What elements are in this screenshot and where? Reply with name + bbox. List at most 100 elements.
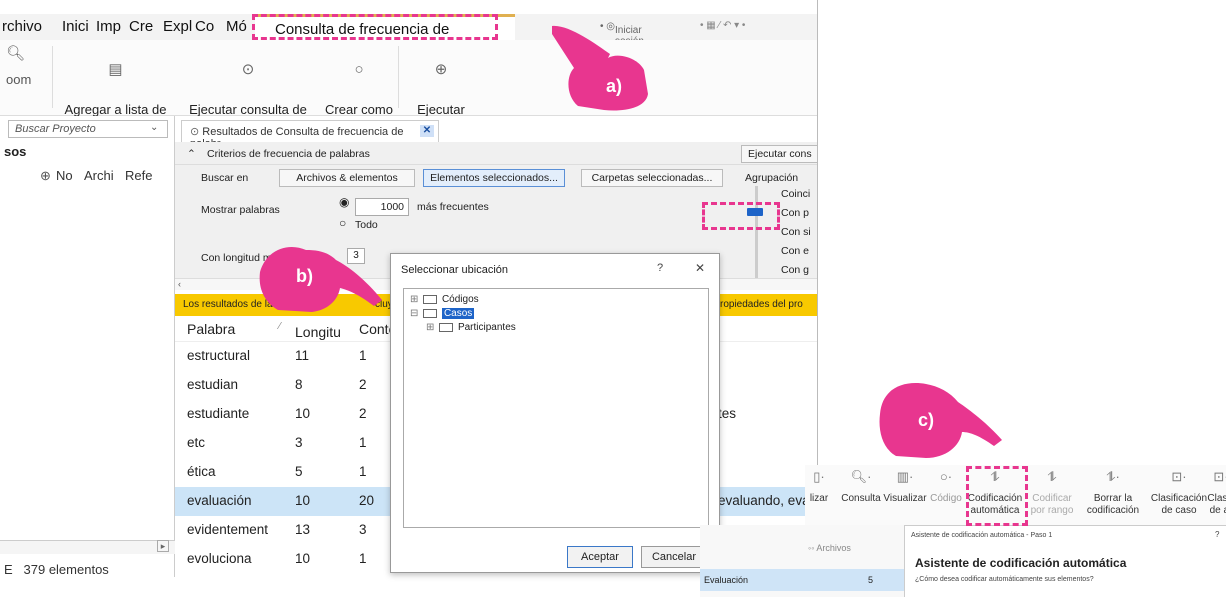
menu-inicio[interactable]: Inici [62,18,89,35]
highlight-box-grouping [702,202,780,230]
tree-item-codigos[interactable]: ⊞ Códigos [410,294,479,305]
ribbon-item-analyze[interactable]: ▯· lizar [805,470,833,505]
radio-selected[interactable]: ◉ [339,195,349,209]
location-tree: ⊞ Códigos ⊟ Casos ⊞ Participantes [403,288,709,528]
annotation-a: a) [606,76,622,96]
scroll-right-icon[interactable]: ▸ [157,540,169,552]
run-query-top-button[interactable]: Ejecutar cons [741,145,817,163]
ribbon-item-case-classification[interactable]: ⊡· Clasificación de caso [1149,470,1209,517]
tree-item-casos[interactable]: ⊟ Casos [410,308,475,319]
cell-word: evidentement [187,522,269,537]
table-row-highlighted[interactable]: Evaluación 5 [700,569,904,591]
collapse-icon[interactable]: ⌃ [187,148,196,160]
ribbon-divider [52,46,53,108]
ribbon2-label: Visualizar [883,493,927,504]
ribbon-item-visualize[interactable]: ▥· Visualizar [881,469,929,505]
select-location-dialog: Seleccionar ubicación ? ✕ ⊞ Códigos ⊟ Ca… [390,253,720,573]
files-column-label[interactable]: ◦◦ Archivos [808,543,851,553]
ribbon-item-code[interactable]: ○· Código [929,469,963,505]
ribbon2-label: Código [930,493,962,504]
selected-elements-button[interactable]: Elementos seleccionados... [423,169,565,187]
ok-button[interactable]: Aceptar [567,546,633,568]
show-words-input[interactable]: 1000 [355,198,409,216]
cell-word: ética [187,464,216,479]
row-label: Evaluación [704,575,749,585]
ribbon-item-file-classification[interactable]: ⊡· Clasifi de ar [1201,470,1226,517]
menu-modulos[interactable]: Mó [226,18,247,35]
range-code-icon: ⥮ [1047,469,1057,484]
folder-icon [423,294,438,304]
menu-explorar[interactable]: Expl [163,18,192,35]
sort-icon: ⁄ [279,321,281,332]
cell-word: evaluación [187,493,252,508]
cell-length: 13 [295,522,311,537]
list-add-icon: ▤ [108,61,123,78]
chevron-down-icon[interactable]: ⌄ [150,122,158,133]
cell-count: 1 [359,551,367,566]
cell-count: 20 [359,493,375,508]
files-label: Archivos [816,543,851,553]
header-word[interactable]: Palabra [187,321,235,337]
ribbon2-label: Codificar por rango [1030,493,1074,516]
tree-item-participantes[interactable]: ⊞ Participantes [426,322,516,333]
ribbon2-label: Clasificación de caso [1150,493,1208,516]
cell-similar-words: evaluando, eva [718,493,810,508]
cell-length: 5 [295,464,303,479]
column-files[interactable]: Archi [84,168,114,183]
cell-count: 3 [359,522,367,537]
tree-label: Participantes [457,322,516,333]
chart-icon: ▥· [896,469,914,484]
query-icon: 🔍︎· [850,469,872,484]
menu-crear[interactable]: Cre [129,18,153,35]
close-icon[interactable]: ✕ [420,125,434,137]
column-references[interactable]: Refe [125,168,152,183]
header-length[interactable]: Longitu [295,324,341,340]
menu-importar[interactable]: Imp [96,18,121,35]
results-tab[interactable]: ⊙ Resultados de Consulta de frecuencia d… [181,120,439,150]
status-item-count: 379 elementos [23,562,109,577]
tree-label: Códigos [441,294,479,305]
navigation-pane: Buscar Proyecto ⌄ sos ⊕ No Archi Refe ▸ … [0,116,175,577]
cancel-button[interactable]: Cancelar [641,546,707,568]
query-icon: ⊙ [190,126,200,138]
files-elements-button[interactable]: Archivos & elementos [279,169,415,187]
code-icon: ○· [939,469,953,484]
status-prefix: E [4,562,13,577]
zoom-label: oom [6,72,32,87]
menu-compartir[interactable]: Co [195,18,214,35]
cell-length: 10 [295,551,311,566]
highlight-box-c [966,466,1028,526]
search-in-label: Buscar en [201,172,249,184]
grouping-slider-track[interactable] [755,186,758,286]
pointing-hand-icon-b: b) [259,246,382,312]
node-circle-icon: ○ [354,61,364,78]
wizard-heading: Asistente de codificación automática [915,556,1127,570]
help-icon[interactable]: ? [657,262,663,274]
collapse-tree-icon[interactable]: ⊟ [410,308,418,319]
expand-icon[interactable]: ⊞ [426,322,434,333]
wizard-help-icon[interactable]: ? [1215,530,1219,539]
tree-label-selected: Casos [441,308,475,319]
cell-count: 1 [359,435,367,450]
ribbon-item-query[interactable]: 🔍︎· Consulta [841,469,881,505]
cell-length: 11 [295,348,310,363]
add-circle-icon[interactable]: ⊕ [40,168,51,184]
dialog-close-icon[interactable]: ✕ [695,261,705,275]
ribbon-item-range-coding[interactable]: ⥮ Codificar por rango [1027,469,1077,517]
project-search-input[interactable]: Buscar Proyecto [8,120,168,138]
most-frequent-label: más frecuentes [417,201,489,213]
radio-unselected[interactable]: ○ [339,216,346,230]
column-name[interactable]: No [56,168,73,183]
expand-icon[interactable]: ⊞ [410,294,418,305]
annotation-b: b) [296,266,313,286]
cell-similar-words: tes [718,406,737,421]
menu-archivo[interactable]: rchivo [2,18,42,35]
horizontal-scrollbar[interactable]: ▸ [0,540,175,554]
show-words-label: Mostrar palabras [201,204,280,216]
ribbon-item-clear-coding[interactable]: ⥮· Borrar la codificación [1081,470,1145,517]
zoom-icon: 🔍︎ [6,45,26,62]
selected-folders-button[interactable]: Carpetas seleccionadas... [581,169,723,187]
row-value: 5 [868,575,874,585]
zoom-button[interactable]: 🔍︎ oom [6,46,46,88]
pane-title: sos [4,144,27,159]
